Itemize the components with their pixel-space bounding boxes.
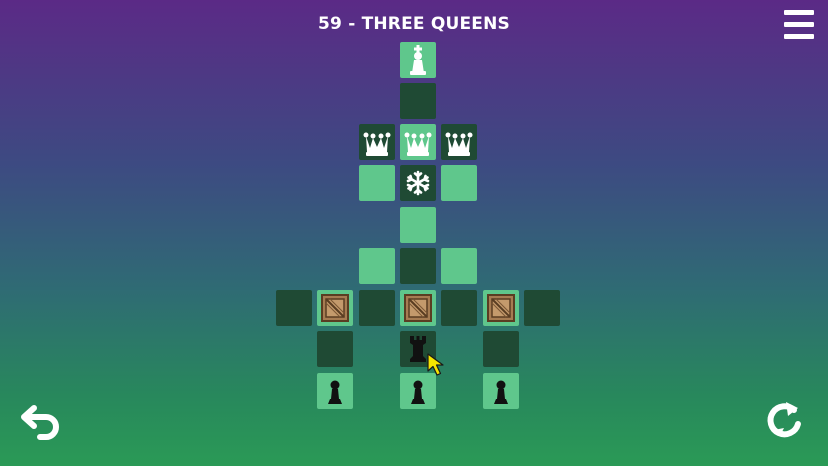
snowflake-icon (406, 170, 430, 196)
page-title: 59 - THREE QUEENS (318, 14, 510, 34)
board-tile[interactable] (524, 290, 560, 326)
restart-button[interactable] (764, 398, 804, 442)
board-tile[interactable] (400, 165, 436, 201)
board-tile[interactable] (441, 124, 477, 160)
hamburger-menu-icon (784, 10, 814, 15)
hamburger-menu-line (784, 22, 814, 27)
board-tile[interactable] (400, 124, 436, 160)
undo-button[interactable] (20, 400, 64, 440)
board-tile[interactable] (359, 124, 395, 160)
board-tile[interactable] (441, 248, 477, 284)
board-tile[interactable] (400, 290, 436, 326)
chess-queen-icon (445, 132, 473, 156)
chess-king-icon (410, 45, 426, 75)
undo-arrow-icon (21, 405, 59, 440)
board-tile[interactable] (317, 331, 353, 367)
hamburger-menu-line (784, 34, 814, 39)
board-tile[interactable] (317, 373, 353, 409)
restart-cycle-icon (767, 402, 801, 438)
chess-queen-icon (404, 132, 432, 156)
board-tile[interactable] (400, 42, 436, 78)
board-tile[interactable] (400, 248, 436, 284)
board-tile[interactable] (317, 290, 353, 326)
board-tile[interactable] (483, 331, 519, 367)
board-tile[interactable] (359, 290, 395, 326)
board-tile[interactable] (483, 290, 519, 326)
board-tile[interactable] (400, 207, 436, 243)
board-tile[interactable] (400, 373, 436, 409)
board-tile[interactable] (441, 290, 477, 326)
board-tile[interactable] (276, 290, 312, 326)
board-tile[interactable] (400, 83, 436, 119)
chess-pawn-icon (411, 380, 425, 404)
board-tile[interactable] (483, 373, 519, 409)
board-tile[interactable] (359, 165, 395, 201)
chess-pawn-icon (328, 380, 342, 404)
chess-queen-icon (363, 132, 391, 156)
wooden-crate-icon (487, 294, 515, 322)
board-tile[interactable] (359, 248, 395, 284)
wooden-crate-icon (404, 294, 432, 322)
board-tile[interactable] (441, 165, 477, 201)
mouse-cursor-icon (427, 353, 444, 376)
menu-button[interactable] (784, 10, 814, 40)
wooden-crate-icon (321, 294, 349, 322)
chess-pawn-icon (494, 380, 508, 404)
